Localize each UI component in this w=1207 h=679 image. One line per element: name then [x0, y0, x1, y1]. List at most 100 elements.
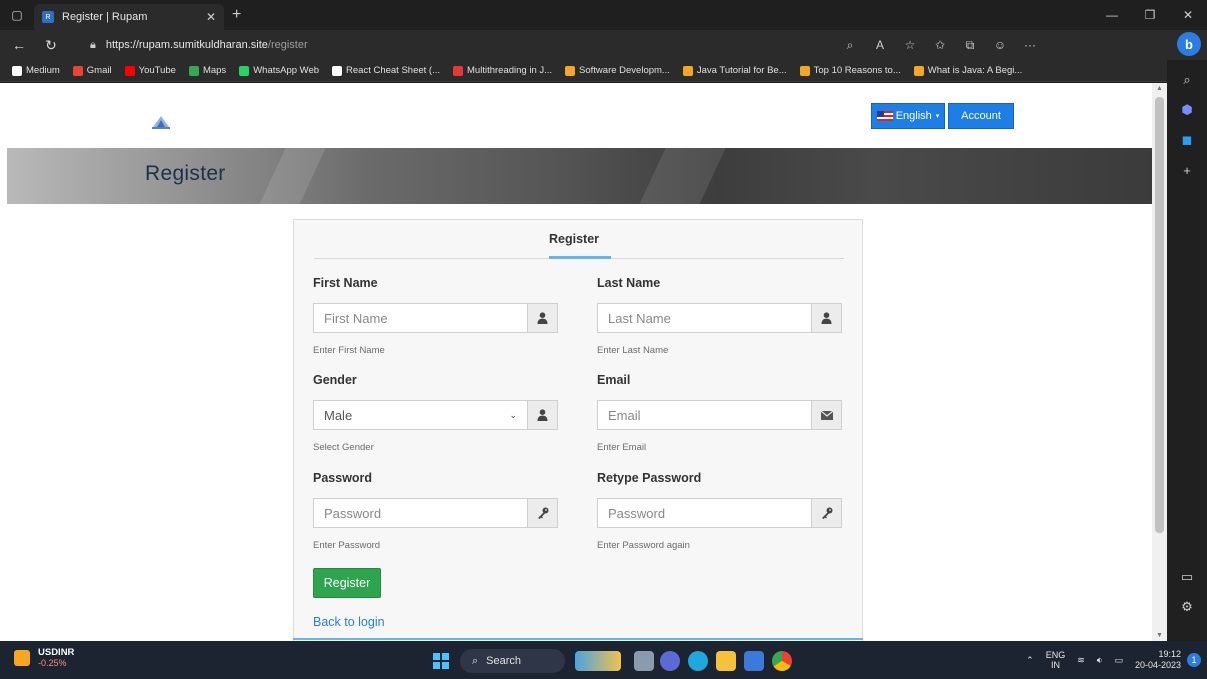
- language-indicator[interactable]: ENG IN: [1046, 650, 1066, 670]
- restore-icon[interactable]: ❐: [1131, 0, 1169, 30]
- first-name-input[interactable]: [313, 303, 527, 333]
- bookmark-item[interactable]: Gmail: [72, 65, 112, 76]
- search-page-icon[interactable]: ⌕: [835, 38, 865, 53]
- gender-help: Select Gender: [313, 442, 374, 453]
- lang-top: ENG: [1045, 650, 1066, 660]
- split-screen-icon[interactable]: ▭: [1175, 565, 1199, 589]
- bookmark-favicon-icon: [565, 65, 576, 76]
- email-group: Email Enter Email: [597, 373, 842, 453]
- password-label: Password: [313, 471, 373, 485]
- bing-chat-icon[interactable]: b: [1177, 32, 1201, 56]
- bookmark-item[interactable]: Top 10 Reasons to...: [799, 65, 901, 76]
- site-logo-icon[interactable]: [150, 113, 172, 129]
- bookmark-item[interactable]: Maps: [188, 65, 226, 76]
- bookmark-label: Medium: [26, 65, 60, 76]
- scroll-up-icon[interactable]: ▲: [1152, 85, 1167, 92]
- bookmark-item[interactable]: Software Developm...: [565, 65, 670, 76]
- bookmark-favicon-icon: [72, 65, 83, 76]
- bookmark-item[interactable]: What is Java: A Begi...: [913, 65, 1022, 76]
- add-sidebar-app-icon[interactable]: +: [1175, 158, 1199, 182]
- sidebar-settings-gear-icon[interactable]: ⚙: [1175, 595, 1199, 619]
- battery-icon[interactable]: ▭: [1114, 655, 1123, 665]
- browser-tab-bar: ▢ R Register | Rupam ✕ + — ❐ ✕: [0, 0, 1207, 30]
- minimize-icon[interactable]: —: [1093, 0, 1131, 30]
- back-to-login-link[interactable]: Back to login: [313, 615, 385, 629]
- close-window-icon[interactable]: ✕: [1169, 0, 1207, 30]
- taskbar-search-button[interactable]: ⌕ Search: [460, 649, 565, 673]
- bookmark-favicon-icon: [682, 65, 693, 76]
- widgets-news-icon[interactable]: [575, 651, 621, 671]
- scrollbar-thumb[interactable]: [1155, 97, 1164, 533]
- bookmark-label: Multithreading in J...: [467, 65, 553, 76]
- file-explorer-icon[interactable]: [716, 651, 736, 671]
- account-button[interactable]: Account: [948, 103, 1014, 129]
- stock-ticker-widget[interactable]: USDINR -0.25%: [14, 647, 74, 668]
- bookmark-item[interactable]: WhatsApp Web: [239, 65, 319, 76]
- last-name-help: Enter Last Name: [597, 345, 669, 356]
- close-tab-icon[interactable]: ✕: [206, 10, 216, 24]
- wifi-icon[interactable]: ≋: [1077, 655, 1085, 665]
- outlook-icon[interactable]: ◼: [1175, 128, 1199, 152]
- register-submit-button[interactable]: Register: [313, 568, 381, 598]
- email-input[interactable]: [597, 400, 811, 430]
- windows-start-icon[interactable]: [433, 653, 449, 669]
- bookmark-item[interactable]: Medium: [12, 65, 60, 76]
- microsoft-store-icon[interactable]: [744, 651, 764, 671]
- gender-select[interactable]: Male ⌄: [313, 400, 527, 430]
- last-name-label: Last Name: [597, 276, 661, 290]
- email-label: Email: [597, 373, 631, 387]
- bookmark-label: WhatsApp Web: [253, 65, 320, 76]
- collections-icon[interactable]: ⧉: [955, 38, 985, 53]
- first-name-help: Enter First Name: [313, 345, 385, 356]
- chevron-up-icon[interactable]: ⌃: [1026, 655, 1034, 665]
- ticker-change: -0.25%: [38, 658, 67, 668]
- bookmark-item[interactable]: React Cheat Sheet (...: [332, 65, 440, 76]
- refresh-icon[interactable]: ↻: [38, 32, 64, 58]
- profile-avatar-icon[interactable]: ☺: [985, 38, 1015, 52]
- read-aloud-icon[interactable]: A: [865, 38, 895, 52]
- site-favicon-icon: R: [42, 11, 54, 23]
- password-input[interactable]: [313, 498, 527, 528]
- edge-browser-icon[interactable]: [688, 651, 708, 671]
- clock-date: 20-04-2023: [1134, 660, 1181, 670]
- task-view-icon[interactable]: [634, 651, 654, 671]
- chrome-browser-icon[interactable]: [772, 651, 792, 671]
- bookmark-item[interactable]: Multithreading in J...: [453, 65, 552, 76]
- notification-badge[interactable]: 1: [1187, 653, 1201, 667]
- new-tab-icon[interactable]: +: [232, 6, 241, 24]
- retype-password-input[interactable]: [597, 498, 811, 528]
- tab-register[interactable]: Register: [549, 232, 599, 246]
- favorites-list-icon[interactable]: ✩: [925, 38, 955, 52]
- clock[interactable]: 19:12 20-04-2023: [1135, 649, 1181, 671]
- browser-tab-active[interactable]: R Register | Rupam ✕: [34, 4, 224, 30]
- url-input[interactable]: 🔒︎ https://rupam.sumitkuldharan.site/reg…: [90, 34, 860, 56]
- search-sidebar-icon[interactable]: ⌕: [1175, 68, 1199, 92]
- bookmark-label: Software Developm...: [579, 65, 670, 76]
- page-scrollbar[interactable]: ▲ ▼: [1152, 83, 1167, 641]
- scroll-down-icon[interactable]: ▼: [1152, 632, 1167, 639]
- bookmark-item[interactable]: YouTube: [124, 65, 176, 76]
- favorite-star-icon[interactable]: ☆: [895, 38, 925, 52]
- password-help: Enter Password: [313, 540, 381, 551]
- windows-taskbar: USDINR -0.25% ⌕ Search ⌃ ENG IN ≋ 🔉︎ ▭ 1…: [0, 641, 1207, 679]
- tab-active-indicator: [549, 256, 611, 259]
- bookmark-label: YouTube: [138, 65, 176, 76]
- bookmark-label: Gmail: [86, 65, 112, 76]
- bookmark-favicon-icon: [799, 65, 810, 76]
- bookmark-favicon-icon: [239, 65, 250, 76]
- window-controls: — ❐ ✕: [1093, 0, 1207, 30]
- page-title: Register: [145, 162, 226, 185]
- volume-icon[interactable]: 🔉︎: [1097, 655, 1103, 665]
- more-options-icon[interactable]: ···: [1015, 38, 1045, 52]
- last-name-input[interactable]: [597, 303, 811, 333]
- tab-actions-icon[interactable]: ▢: [0, 0, 34, 30]
- copilot-icon[interactable]: ⬢: [1175, 98, 1199, 122]
- teams-chat-icon[interactable]: [660, 651, 680, 671]
- language-dropdown-button[interactable]: English ▾: [871, 103, 945, 129]
- back-arrow-icon[interactable]: ←: [6, 32, 32, 58]
- user-icon: [811, 303, 842, 333]
- edge-sidebar: ⌕ ⬢ ◼ + ▭ ⚙: [1167, 60, 1207, 641]
- search-icon: ⌕: [472, 654, 479, 667]
- system-tray: ⌃ ENG IN ≋ 🔉︎ ▭ 19:12 20-04-2023 1: [1026, 641, 1207, 679]
- bookmark-item[interactable]: Java Tutorial for Be...: [682, 65, 787, 76]
